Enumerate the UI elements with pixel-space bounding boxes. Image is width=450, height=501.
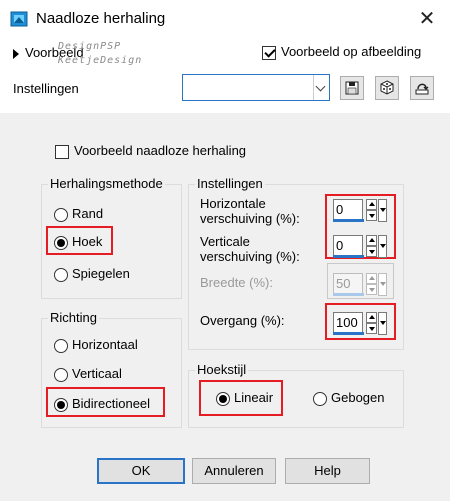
radio-rand[interactable]: Rand xyxy=(54,206,103,222)
radio-off-icon xyxy=(313,391,327,406)
ok-button[interactable]: OK xyxy=(97,458,185,484)
radio-horizontaal[interactable]: Horizontaal xyxy=(54,337,138,353)
radio-on-icon xyxy=(216,391,230,406)
radio-horizontaal-label: Horizontaal xyxy=(72,337,138,352)
settings-group-title: Instellingen xyxy=(195,176,265,191)
dice-icon xyxy=(380,80,394,95)
radio-rand-label: Rand xyxy=(72,206,104,221)
close-icon[interactable]: ✕ xyxy=(414,6,440,32)
watermark-line-1: DesignPSP xyxy=(58,41,122,52)
transition-label: Overgang (%): xyxy=(200,313,285,328)
checkbox-checked-icon xyxy=(262,45,276,60)
save-icon xyxy=(345,81,359,95)
cancel-button[interactable]: Annuleren xyxy=(192,458,276,484)
radio-hoek-label: Hoek xyxy=(72,234,103,249)
v-shift-value: 0 xyxy=(336,238,344,253)
seamless-preview-label: Voorbeeld naadloze herhaling xyxy=(74,143,247,158)
app-icon xyxy=(10,11,28,27)
transition-value: 100 xyxy=(336,315,358,330)
radio-on-icon xyxy=(54,397,68,412)
v-shift-input[interactable]: 0 xyxy=(333,235,364,258)
dropdown-arrow-icon[interactable] xyxy=(378,235,387,258)
spin-down-icon[interactable] xyxy=(366,323,377,334)
h-shift-label: Horizontale verschuiving (%): xyxy=(200,196,300,226)
radio-bidirectioneel[interactable]: Bidirectioneel xyxy=(54,396,150,412)
spin-up-icon[interactable] xyxy=(366,312,377,323)
radio-gebogen-label: Gebogen xyxy=(331,390,385,405)
width-label: Breedte (%): xyxy=(200,275,273,290)
radio-gebogen[interactable]: Gebogen xyxy=(313,390,385,406)
watermark-line-2: KeetjeDesign xyxy=(58,55,143,66)
randomize-button[interactable] xyxy=(375,76,399,100)
transition-spinner[interactable]: 100 xyxy=(331,310,389,337)
spin-up-icon xyxy=(366,273,377,284)
transition-input[interactable]: 100 xyxy=(333,312,364,335)
preset-dropdown[interactable] xyxy=(182,74,330,101)
tiling-method-title: Herhalingsmethode xyxy=(48,176,165,191)
expand-triangle-icon xyxy=(13,48,19,59)
transition-slider-bar[interactable] xyxy=(333,332,364,335)
radio-off-icon xyxy=(54,207,68,222)
save-preset-button[interactable] xyxy=(340,76,364,100)
radio-spiegelen-label: Spiegelen xyxy=(72,266,130,281)
direction-title: Richting xyxy=(48,310,99,325)
help-button[interactable]: Help xyxy=(285,458,370,484)
spin-down-icon[interactable] xyxy=(366,210,377,221)
radio-lineair-label: Lineair xyxy=(234,390,274,405)
v-shift-slider-bar[interactable] xyxy=(333,255,364,258)
watermark: DesignPSP KeetjeDesign xyxy=(58,40,142,68)
radio-verticaal[interactable]: Verticaal xyxy=(54,366,122,382)
window-title: Naadloze herhaling xyxy=(36,10,166,27)
width-slider-bar xyxy=(333,293,364,296)
spin-up-icon[interactable] xyxy=(366,235,377,246)
radio-off-icon xyxy=(54,338,68,353)
radio-hoek[interactable]: Hoek xyxy=(54,234,102,250)
corner-style-title: Hoekstijl xyxy=(195,362,249,377)
checkbox-unchecked-icon xyxy=(55,144,69,159)
width-value: 50 xyxy=(336,276,351,291)
reset-icon xyxy=(415,83,429,95)
h-shift-value: 0 xyxy=(336,202,344,217)
width-spinner: 50 xyxy=(331,271,389,298)
preview-on-image-label: Voorbeeld op afbeelding xyxy=(281,44,422,59)
reset-button[interactable] xyxy=(410,76,434,100)
dropdown-arrow-icon[interactable] xyxy=(378,199,387,222)
dropdown-arrow-icon xyxy=(378,273,387,296)
width-input: 50 xyxy=(333,273,364,296)
spin-down-icon[interactable] xyxy=(366,246,377,257)
spin-up-icon[interactable] xyxy=(366,199,377,210)
h-shift-spinner[interactable]: 0 xyxy=(331,197,389,224)
radio-spiegelen[interactable]: Spiegelen xyxy=(54,266,130,282)
radio-on-icon xyxy=(54,235,68,250)
h-shift-slider-bar[interactable] xyxy=(333,219,364,222)
preview-on-image-checkbox[interactable]: Voorbeeld op afbeelding xyxy=(262,44,421,60)
spin-down-icon xyxy=(366,284,377,295)
dropdown-arrow-icon[interactable] xyxy=(378,312,387,335)
presets-label: Instellingen xyxy=(13,81,79,96)
radio-bidirectioneel-label: Bidirectioneel xyxy=(72,396,151,411)
chevron-down-icon[interactable] xyxy=(313,75,329,100)
radio-lineair[interactable]: Lineair xyxy=(216,390,273,406)
h-shift-input[interactable]: 0 xyxy=(333,199,364,222)
radio-verticaal-label: Verticaal xyxy=(72,366,122,381)
seamless-preview-checkbox[interactable]: Voorbeeld naadloze herhaling xyxy=(55,143,246,159)
radio-off-icon xyxy=(54,267,68,282)
radio-off-icon xyxy=(54,367,68,382)
v-shift-label: Verticale verschuiving (%): xyxy=(200,234,300,264)
v-shift-spinner[interactable]: 0 xyxy=(331,233,389,260)
